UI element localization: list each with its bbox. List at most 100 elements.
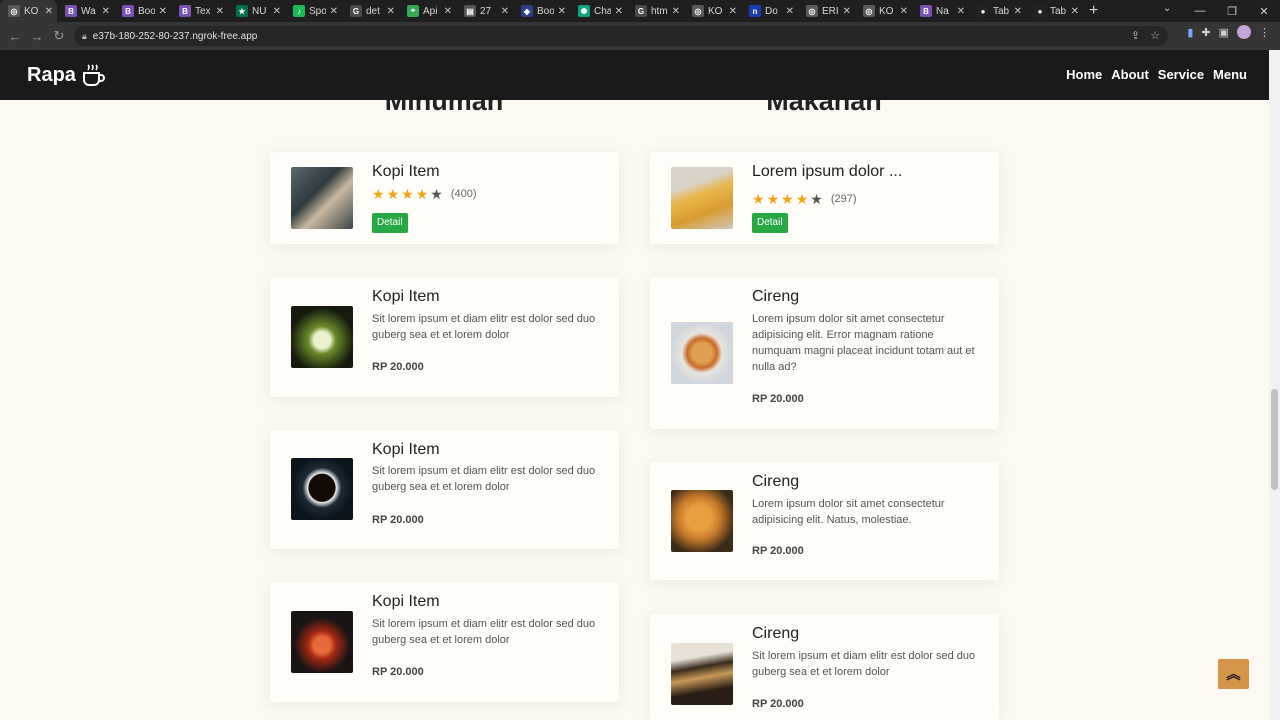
rating-stars: ★ ★ ★ ★ ★ (400) (372, 187, 477, 201)
tab-title: det (366, 5, 380, 17)
close-icon[interactable]: ✕ (216, 6, 224, 17)
browser-tab[interactable]: ● Tab ✕ (1026, 0, 1083, 22)
featured-card-makanan[interactable]: Lorem ipsum dolor ... ★ ★ ★ ★ ★ (297) De… (650, 152, 999, 244)
menu-card[interactable]: Kopi Item Sit lorem ipsum et diam elitr … (270, 277, 619, 397)
menu-card[interactable]: Cireng Lorem ipsum dolor sit amet consec… (650, 277, 999, 429)
close-icon[interactable]: ✕ (387, 6, 395, 17)
close-icon[interactable]: ✕ (45, 6, 53, 17)
close-icon[interactable]: ✕ (900, 6, 908, 17)
share-icon[interactable]: ⇪ (1131, 29, 1140, 42)
black-coffee-image (291, 458, 353, 520)
profile-avatar[interactable] (1237, 25, 1251, 39)
kebab-menu-icon[interactable]: ⋮ (1259, 26, 1270, 39)
card-title: Kopi Item (372, 288, 440, 305)
card-description: Sit lorem ipsum et diam elitr est dolor … (372, 465, 596, 493)
menu-card[interactable]: Cireng Sit lorem ipsum et diam elitr est… (650, 614, 999, 720)
browser-tab[interactable]: B Na ✕ (912, 0, 969, 22)
browser-tab[interactable]: ● Tab ✕ (969, 0, 1026, 22)
browser-tab[interactable]: ◎ KO ✕ (684, 0, 741, 22)
browser-tab[interactable]: ▤ 27 ✕ (456, 0, 513, 22)
browser-tab[interactable]: B Boo ✕ (114, 0, 171, 22)
tab-title: Tex (195, 5, 211, 17)
address-bar-row: ← → ↻ 🔒︎ e37b-180-252-80-237.ngrok-free.… (0, 22, 1280, 50)
close-icon[interactable]: ✕ (672, 6, 680, 17)
nav-menu[interactable]: Menu (1213, 67, 1247, 82)
browser-tab[interactable]: B Tex ✕ (171, 0, 228, 22)
browser-tab[interactable]: n Do ✕ (741, 0, 798, 22)
browser-tab[interactable]: Ghtm ✕ (627, 0, 684, 22)
browser-tab[interactable]: ★ NU ✕ (228, 0, 285, 22)
star-icon: ★ (401, 186, 414, 202)
google-icon: G (350, 5, 362, 17)
close-icon[interactable]: ✕ (558, 6, 566, 17)
reload-button[interactable]: ↻ (48, 28, 70, 44)
detail-button[interactable]: Detail (752, 213, 788, 233)
fried-chicken-image (671, 490, 733, 552)
puzzle-icon[interactable]: ✚ (1201, 26, 1210, 39)
close-icon[interactable]: ✕ (957, 6, 965, 17)
maps-icon: ⌖ (407, 5, 419, 17)
close-icon[interactable]: ✕ (1071, 6, 1079, 17)
close-icon[interactable]: ✕ (729, 6, 737, 17)
bookmark-star-icon[interactable]: ☆ (1150, 29, 1160, 42)
star-icon: ★ (415, 186, 429, 202)
menu-card[interactable]: Kopi Item Sit lorem ipsum et diam elitr … (270, 582, 619, 702)
close-icon[interactable]: ✕ (1014, 6, 1022, 17)
tab-title: Cha (594, 5, 611, 17)
browser-tab[interactable]: ◎ KO ✕ (0, 0, 57, 22)
nav-about[interactable]: About (1111, 67, 1149, 82)
tab-title: KO (708, 5, 723, 17)
nav-service[interactable]: Service (1158, 67, 1204, 82)
tab-search-icon[interactable]: ⌄ (1163, 3, 1171, 14)
browser-tab[interactable]: ♪ Spo ✕ (285, 0, 342, 22)
rating-count: (297) (830, 193, 857, 205)
bootstrap-icon: B (122, 5, 134, 17)
close-icon[interactable]: ✕ (273, 6, 281, 17)
page-scrollbar[interactable] (1269, 50, 1280, 720)
detail-button[interactable]: Detail (372, 213, 408, 233)
card-description: Sit lorem ipsum et diam elitr est dolor … (752, 650, 976, 678)
browser-tab[interactable]: ⌖ Api ✕ (399, 0, 456, 22)
tab-title: Tab (993, 5, 1010, 17)
card-price: RP 20.000 (372, 666, 424, 678)
github-icon: ● (1034, 5, 1046, 17)
menu-card[interactable]: Cireng Lorem ipsum dolor sit amet consec… (650, 462, 999, 580)
back-button[interactable]: ← (4, 29, 26, 44)
scrollbar-thumb[interactable] (1271, 389, 1278, 490)
browser-tab[interactable]: Gdet ✕ (342, 0, 399, 22)
back-to-top-button[interactable]: ︽ (1218, 659, 1249, 689)
close-icon[interactable]: ✕ (330, 6, 338, 17)
card-description: Lorem ipsum dolor sit amet consectetur a… (752, 498, 945, 526)
close-icon[interactable]: ✕ (102, 6, 110, 17)
star-icon: ★ (795, 191, 809, 207)
minimize-button[interactable]: — (1184, 5, 1216, 17)
close-icon[interactable]: ✕ (843, 6, 851, 17)
browser-tab[interactable]: B Wa ✕ (57, 0, 114, 22)
close-icon[interactable]: ✕ (501, 6, 509, 17)
brand-logo-front[interactable]: Rapa (27, 62, 106, 88)
nav-home[interactable]: Home (1066, 67, 1102, 82)
browser-tab[interactable]: ◎ KO ✕ (855, 0, 912, 22)
tab-title: Spo (309, 5, 326, 17)
browser-tab[interactable]: ✺ Cha ✕ (570, 0, 627, 22)
menu-card[interactable]: Kopi Item Sit lorem ipsum et diam elitr … (270, 430, 619, 549)
close-icon[interactable]: ✕ (786, 6, 794, 17)
close-icon[interactable]: ✕ (444, 6, 452, 17)
featured-card-minuman[interactable]: Kopi Item ★ ★ ★ ★ ★ (400) Detail (270, 152, 619, 244)
maximize-button[interactable]: ❐ (1216, 5, 1248, 18)
extension-icon[interactable]: ▮ (1187, 26, 1193, 39)
forward-button[interactable]: → (26, 29, 48, 44)
close-icon[interactable]: ✕ (159, 6, 167, 17)
browser-tab[interactable]: ◈ Boo ✕ (513, 0, 570, 22)
n-icon: n (749, 5, 761, 17)
close-icon[interactable]: ✕ (615, 6, 623, 17)
browser-tab[interactable]: ◎ ERI ✕ (798, 0, 855, 22)
omnibox[interactable]: 🔒︎ e37b-180-252-80-237.ngrok-free.app ⇪ … (74, 26, 1168, 46)
star-icon: ★ (781, 191, 794, 207)
close-window-button[interactable]: ✕ (1248, 5, 1280, 18)
new-tab-button[interactable]: + (1089, 2, 1098, 20)
lock-icon[interactable]: 🔒︎ (82, 31, 87, 42)
sidepanel-icon[interactable]: ▣ (1219, 26, 1229, 39)
tab-title: KO (879, 5, 894, 17)
url-text[interactable]: e37b-180-252-80-237.ngrok-free.app (93, 31, 258, 42)
